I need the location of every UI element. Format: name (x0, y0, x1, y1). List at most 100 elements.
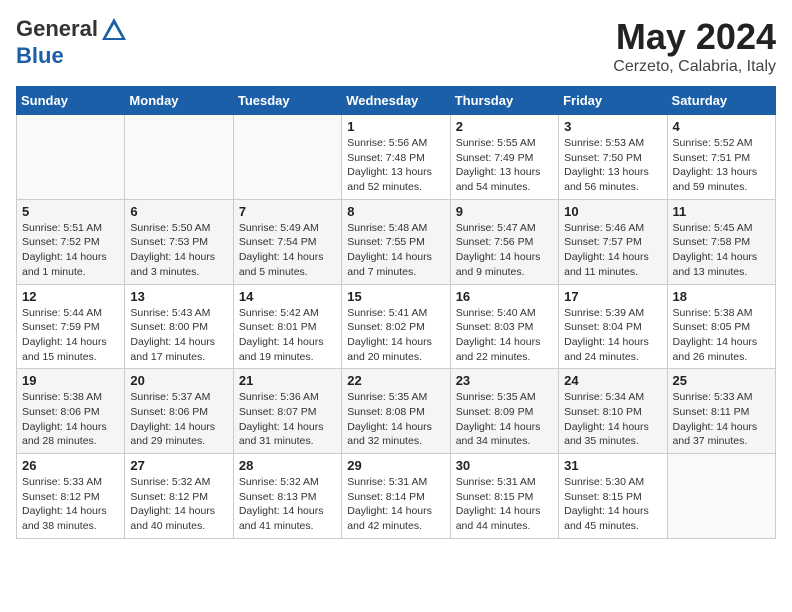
day-cell (17, 115, 125, 200)
weekday-saturday: Saturday (667, 87, 775, 115)
day-number: 17 (564, 289, 661, 304)
day-detail: Sunrise: 5:52 AM Sunset: 7:51 PM Dayligh… (673, 136, 770, 195)
day-detail: Sunrise: 5:32 AM Sunset: 8:12 PM Dayligh… (130, 475, 227, 534)
page-header: General Blue May 2024 Cerzeto, Calabria,… (16, 16, 776, 76)
day-cell: 12Sunrise: 5:44 AM Sunset: 7:59 PM Dayli… (17, 284, 125, 369)
day-number: 20 (130, 373, 227, 388)
day-number: 16 (456, 289, 553, 304)
day-cell: 16 Sunrise: 5:40 AM Sunset: 8:03 PM Dayli… (450, 284, 558, 369)
day-detail: Sunrise: 5:39 AM Sunset: 8:04 PM Dayligh… (564, 306, 661, 365)
day-detail: Sunrise: 5:33 AM Sunset: 8:11 PM Dayligh… (673, 390, 770, 449)
weekday-wednesday: Wednesday (342, 87, 450, 115)
day-cell: 9 Sunrise: 5:47 AM Sunset: 7:56 PM Daylig… (450, 199, 558, 284)
day-detail: Sunrise: 5:47 AM Sunset: 7:56 PM Dayligh… (456, 221, 553, 280)
day-detail: Sunrise: 5:32 AM Sunset: 8:13 PM Dayligh… (239, 475, 336, 534)
day-detail: Sunrise: 5:45 AM Sunset: 7:58 PM Dayligh… (673, 221, 770, 280)
day-cell: 31 Sunrise: 5:30 AM Sunset: 8:15 PM Dayli… (559, 454, 667, 539)
day-cell: 22Sunrise: 5:35 AM Sunset: 8:08 PM Dayli… (342, 369, 450, 454)
day-cell: 21Sunrise: 5:36 AM Sunset: 8:07 PM Dayli… (233, 369, 341, 454)
calendar-body: 1Sunrise: 5:56 AM Sunset: 7:48 PM Daylig… (17, 115, 776, 539)
day-number: 1 (347, 119, 444, 134)
day-detail: Sunrise: 5:44 AM Sunset: 7:59 PM Dayligh… (22, 306, 119, 365)
day-detail: Sunrise: 5:38 AM Sunset: 8:05 PM Dayligh… (673, 306, 770, 365)
weekday-sunday: Sunday (17, 87, 125, 115)
day-detail: Sunrise: 5:30 AM Sunset: 8:15 PM Dayligh… (564, 475, 661, 534)
logo-blue: Blue (16, 43, 64, 68)
week-row-4: 19Sunrise: 5:38 AM Sunset: 8:06 PM Dayli… (17, 369, 776, 454)
day-number: 10 (564, 204, 661, 219)
day-number: 3 (564, 119, 661, 134)
calendar-header: SundayMondayTuesdayWednesdayThursdayFrid… (17, 87, 776, 115)
day-detail: Sunrise: 5:48 AM Sunset: 7:55 PM Dayligh… (347, 221, 444, 280)
day-cell (233, 115, 341, 200)
day-detail: Sunrise: 5:50 AM Sunset: 7:53 PM Dayligh… (130, 221, 227, 280)
day-number: 15 (347, 289, 444, 304)
day-cell: 19Sunrise: 5:38 AM Sunset: 8:06 PM Dayli… (17, 369, 125, 454)
day-detail: Sunrise: 5:37 AM Sunset: 8:06 PM Dayligh… (130, 390, 227, 449)
day-number: 19 (22, 373, 119, 388)
day-cell: 10 Sunrise: 5:46 AM Sunset: 7:57 PM Dayli… (559, 199, 667, 284)
day-detail: Sunrise: 5:53 AM Sunset: 7:50 PM Dayligh… (564, 136, 661, 195)
day-cell: 29Sunrise: 5:31 AM Sunset: 8:14 PM Dayli… (342, 454, 450, 539)
day-detail: Sunrise: 5:35 AM Sunset: 8:09 PM Dayligh… (456, 390, 553, 449)
day-number: 2 (456, 119, 553, 134)
day-number: 23 (456, 373, 553, 388)
weekday-friday: Friday (559, 87, 667, 115)
day-detail: Sunrise: 5:49 AM Sunset: 7:54 PM Dayligh… (239, 221, 336, 280)
logo-general: General (16, 16, 98, 41)
month-title: May 2024 (613, 16, 776, 58)
weekday-row: SundayMondayTuesdayWednesdayThursdayFrid… (17, 87, 776, 115)
day-number: 28 (239, 458, 336, 473)
day-cell: 28 Sunrise: 5:32 AM Sunset: 8:13 PM Dayli… (233, 454, 341, 539)
day-detail: Sunrise: 5:51 AM Sunset: 7:52 PM Dayligh… (22, 221, 119, 280)
day-detail: Sunrise: 5:46 AM Sunset: 7:57 PM Dayligh… (564, 221, 661, 280)
calendar-table: SundayMondayTuesdayWednesdayThursdayFrid… (16, 86, 776, 539)
weekday-thursday: Thursday (450, 87, 558, 115)
week-row-5: 26 Sunrise: 5:33 AM Sunset: 8:12 PM Dayli… (17, 454, 776, 539)
day-cell: 6 Sunrise: 5:50 AM Sunset: 7:53 PM Daylig… (125, 199, 233, 284)
day-cell: 13Sunrise: 5:43 AM Sunset: 8:00 PM Dayli… (125, 284, 233, 369)
day-number: 18 (673, 289, 770, 304)
day-number: 6 (130, 204, 227, 219)
day-cell: 3 Sunrise: 5:53 AM Sunset: 7:50 PM Daylig… (559, 115, 667, 200)
day-cell: 2Sunrise: 5:55 AM Sunset: 7:49 PM Daylig… (450, 115, 558, 200)
day-detail: Sunrise: 5:41 AM Sunset: 8:02 PM Dayligh… (347, 306, 444, 365)
day-number: 8 (347, 204, 444, 219)
day-detail: Sunrise: 5:35 AM Sunset: 8:08 PM Dayligh… (347, 390, 444, 449)
day-detail: Sunrise: 5:34 AM Sunset: 8:10 PM Dayligh… (564, 390, 661, 449)
day-number: 25 (673, 373, 770, 388)
week-row-2: 5Sunrise: 5:51 AM Sunset: 7:52 PM Daylig… (17, 199, 776, 284)
day-number: 11 (673, 204, 770, 219)
day-detail: Sunrise: 5:31 AM Sunset: 8:15 PM Dayligh… (456, 475, 553, 534)
day-cell: 17 Sunrise: 5:39 AM Sunset: 8:04 PM Dayli… (559, 284, 667, 369)
day-detail: Sunrise: 5:42 AM Sunset: 8:01 PM Dayligh… (239, 306, 336, 365)
day-number: 26 (22, 458, 119, 473)
logo: General Blue (16, 16, 128, 68)
day-detail: Sunrise: 5:33 AM Sunset: 8:12 PM Dayligh… (22, 475, 119, 534)
day-number: 30 (456, 458, 553, 473)
week-row-3: 12Sunrise: 5:44 AM Sunset: 7:59 PM Dayli… (17, 284, 776, 369)
day-number: 4 (673, 119, 770, 134)
day-cell: 18 Sunrise: 5:38 AM Sunset: 8:05 PM Dayli… (667, 284, 775, 369)
day-number: 7 (239, 204, 336, 219)
day-cell: 25 Sunrise: 5:33 AM Sunset: 8:11 PM Dayli… (667, 369, 775, 454)
day-cell: 20 Sunrise: 5:37 AM Sunset: 8:06 PM Dayli… (125, 369, 233, 454)
day-cell: 23 Sunrise: 5:35 AM Sunset: 8:09 PM Dayli… (450, 369, 558, 454)
day-number: 24 (564, 373, 661, 388)
day-cell: 26 Sunrise: 5:33 AM Sunset: 8:12 PM Dayli… (17, 454, 125, 539)
day-cell: 14Sunrise: 5:42 AM Sunset: 8:01 PM Dayli… (233, 284, 341, 369)
day-detail: Sunrise: 5:40 AM Sunset: 8:03 PM Dayligh… (456, 306, 553, 365)
day-cell: 1Sunrise: 5:56 AM Sunset: 7:48 PM Daylig… (342, 115, 450, 200)
day-number: 27 (130, 458, 227, 473)
day-number: 21 (239, 373, 336, 388)
day-cell: 27 Sunrise: 5:32 AM Sunset: 8:12 PM Dayli… (125, 454, 233, 539)
day-number: 9 (456, 204, 553, 219)
day-detail: Sunrise: 5:31 AM Sunset: 8:14 PM Dayligh… (347, 475, 444, 534)
weekday-monday: Monday (125, 87, 233, 115)
day-cell: 7 Sunrise: 5:49 AM Sunset: 7:54 PM Daylig… (233, 199, 341, 284)
day-cell: 8 Sunrise: 5:48 AM Sunset: 7:55 PM Daylig… (342, 199, 450, 284)
day-cell: 15 Sunrise: 5:41 AM Sunset: 8:02 PM Dayli… (342, 284, 450, 369)
location: Cerzeto, Calabria, Italy (613, 58, 776, 76)
day-detail: Sunrise: 5:43 AM Sunset: 8:00 PM Dayligh… (130, 306, 227, 365)
day-number: 31 (564, 458, 661, 473)
